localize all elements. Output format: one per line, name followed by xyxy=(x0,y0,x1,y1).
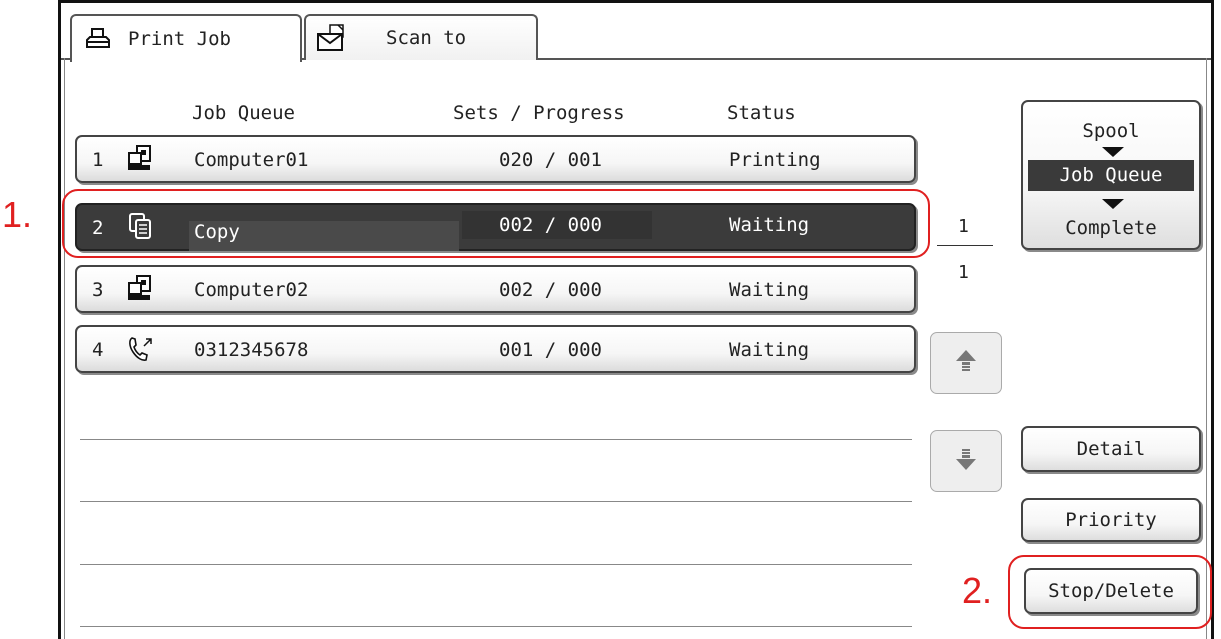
fax-phone-icon xyxy=(126,334,156,364)
empty-row-line xyxy=(80,439,912,440)
annotation-highlight-1 xyxy=(62,189,930,258)
computer-icon xyxy=(126,144,156,174)
job-status: Waiting xyxy=(729,279,810,301)
annotation-label-2: 2. xyxy=(962,570,993,611)
arrow-up-icon xyxy=(955,348,977,378)
scroll-down-button[interactable] xyxy=(930,430,1002,492)
computer-icon xyxy=(126,274,156,304)
triangle-down-icon xyxy=(1102,199,1124,209)
empty-row-line xyxy=(80,626,912,627)
priority-button[interactable]: Priority xyxy=(1021,498,1201,542)
job-status: Waiting xyxy=(729,339,810,361)
page-current: 1 xyxy=(958,216,969,237)
column-header-job-queue: Job Queue xyxy=(192,102,295,124)
detail-button[interactable]: Detail xyxy=(1021,426,1201,472)
panel-inner-border-left xyxy=(64,58,65,639)
envelope-icon xyxy=(316,24,348,52)
printer-icon xyxy=(86,28,110,50)
job-name: Computer01 xyxy=(194,149,309,171)
arrow-down-icon xyxy=(955,446,977,476)
job-sets-progress: 020 / 001 xyxy=(499,149,602,171)
empty-row-line xyxy=(80,564,912,565)
empty-row-line xyxy=(80,501,912,502)
job-row-1[interactable]: 1 Computer01 020 / 001 Printing xyxy=(75,135,916,183)
complete-label: Complete xyxy=(1065,217,1157,239)
triangle-down-icon xyxy=(1102,147,1124,157)
panel-frame-right xyxy=(1211,0,1214,639)
annotation-label-1: 1. xyxy=(2,194,33,235)
job-number: 4 xyxy=(92,339,104,361)
job-name: Computer02 xyxy=(194,279,309,301)
column-header-sets-progress: Sets / Progress xyxy=(453,102,625,124)
job-sets-progress: 002 / 000 xyxy=(499,279,602,301)
scroll-up-button[interactable] xyxy=(930,332,1002,394)
column-header-status: Status xyxy=(727,102,796,124)
job-row-3[interactable]: 3 Computer02 002 / 000 Waiting xyxy=(75,265,916,313)
panel-frame-left xyxy=(58,0,61,639)
panel-inner-border-right xyxy=(1206,58,1207,639)
tab-scan-to[interactable]: Scan to xyxy=(304,14,538,60)
tab-print-job-label: Print Job xyxy=(128,28,231,50)
queue-selector-button[interactable]: Spool Job Queue Complete xyxy=(1021,100,1201,250)
job-queue-selected-label: Job Queue xyxy=(1028,160,1194,191)
tab-scan-to-label: Scan to xyxy=(386,27,467,49)
job-status: Printing xyxy=(729,149,821,171)
tab-print-job[interactable]: Print Job xyxy=(70,14,302,62)
panel-frame-top xyxy=(58,0,1214,3)
job-number: 1 xyxy=(92,149,104,171)
spool-label: Spool xyxy=(1082,120,1140,142)
page-divider xyxy=(937,245,993,246)
job-sets-progress: 001 / 000 xyxy=(499,339,602,361)
job-name: 0312345678 xyxy=(194,339,309,361)
annotation-highlight-2 xyxy=(1008,555,1212,629)
job-number: 3 xyxy=(92,279,104,301)
page-total: 1 xyxy=(958,262,969,283)
job-row-4[interactable]: 4 0312345678 001 / 000 Waiting xyxy=(75,325,916,373)
